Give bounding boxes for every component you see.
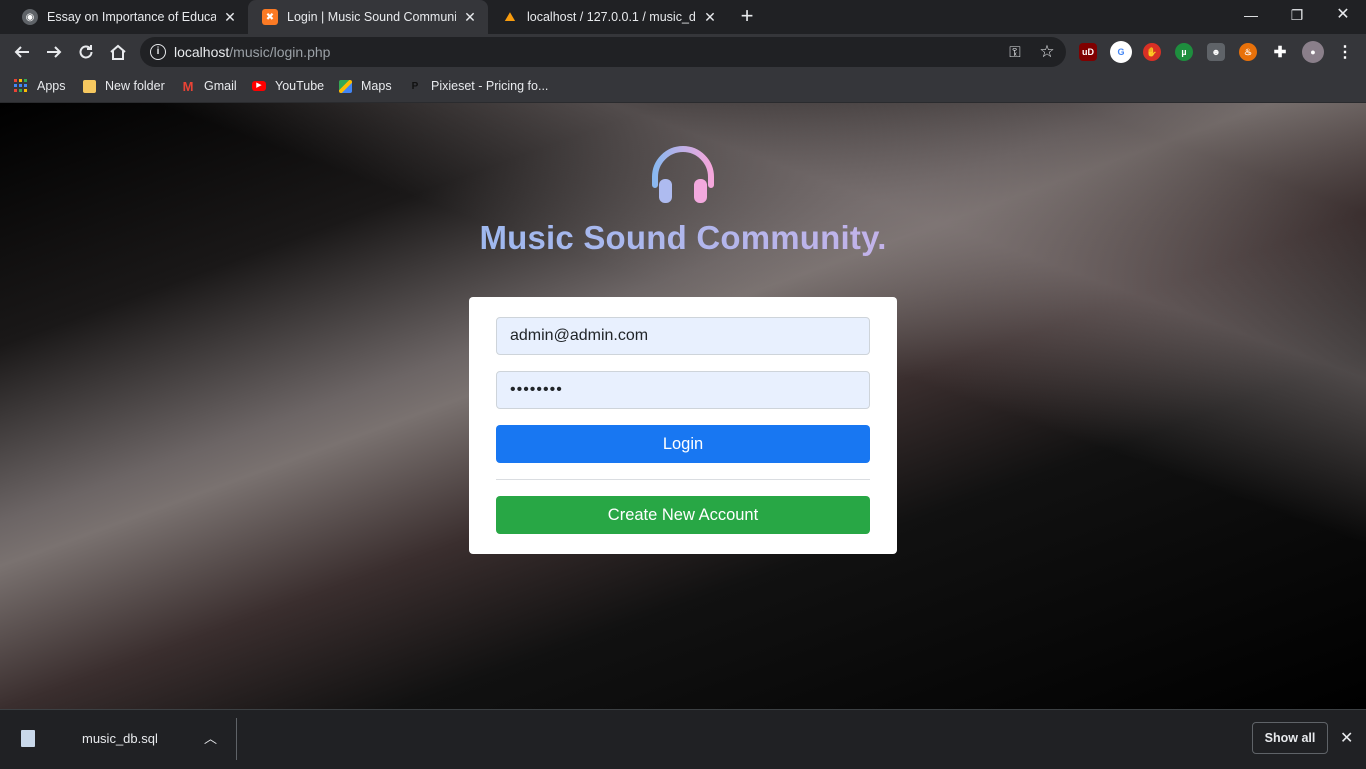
back-arrow-icon (14, 46, 29, 58)
back-button[interactable] (8, 38, 36, 66)
bookmark-label: Pixieset - Pricing fo... (431, 79, 549, 93)
tab-title: localhost / 127.0.0.1 / music_db | (527, 10, 696, 24)
page-content: Music Sound Community. admin@admin.com •… (0, 103, 1366, 709)
google-translate-icon[interactable]: G (1110, 41, 1132, 63)
bookmark-label: Gmail (204, 79, 237, 93)
new-tab-button[interactable]: + (734, 5, 760, 29)
globe-icon: ◉ (22, 9, 38, 25)
key-icon[interactable]: ⚿ (1006, 43, 1024, 61)
bookmark-maps[interactable]: Maps (338, 77, 392, 95)
bookmark-youtube[interactable]: ▶ YouTube (252, 77, 324, 95)
url-text: localhost/music/login.php (174, 44, 330, 60)
shelf-divider (236, 718, 237, 760)
maps-icon (338, 79, 352, 93)
forward-button[interactable] (40, 38, 68, 66)
password-field[interactable]: •••••••• (496, 371, 870, 409)
ublock-icon[interactable]: uD (1079, 43, 1097, 61)
show-all-button[interactable]: Show all (1252, 722, 1328, 754)
extensions-puzzle-icon[interactable]: ✚ (1271, 43, 1289, 61)
file-icon (21, 730, 35, 747)
xampp-icon: ✖ (262, 9, 278, 25)
address-bar[interactable]: i localhost/music/login.php ⚿ ☆ (140, 37, 1066, 67)
download-file-name[interactable]: music_db.sql (82, 731, 158, 746)
email-field[interactable]: admin@admin.com (496, 317, 870, 355)
gmail-icon: M (182, 78, 194, 94)
close-tab-icon[interactable]: ✕ (462, 9, 478, 26)
close-tab-icon[interactable]: ✕ (222, 9, 238, 26)
profile-avatar[interactable]: ● (1302, 41, 1324, 63)
utorrent-icon[interactable]: µ (1175, 43, 1193, 61)
download-shelf: music_db.sql ︿ Show all ✕ (0, 709, 1366, 769)
tab-login[interactable]: ✖ Login | Music Sound Community ✕ (248, 0, 488, 34)
info-icon[interactable]: i (150, 44, 166, 60)
bookmark-apps[interactable]: Apps (14, 77, 66, 95)
browser-toolbar: i localhost/music/login.php ⚿ ☆ uD G ✋ µ… (0, 34, 1366, 70)
bookmark-label: Apps (37, 79, 66, 93)
bookmark-new-folder[interactable]: New folder (82, 77, 165, 95)
bookmark-label: YouTube (275, 79, 325, 93)
home-icon (110, 44, 126, 60)
menu-kebab-icon[interactable]: ⋮ (1336, 43, 1354, 61)
tab-phpmyadmin[interactable]: ⛰ localhost / 127.0.0.1 / music_db | ✕ (488, 0, 728, 34)
phpmyadmin-icon: ⛰ (504, 9, 516, 24)
close-window-button[interactable]: ✕ (1320, 0, 1366, 30)
bookmark-gmail[interactable]: M Gmail (181, 77, 237, 95)
headphones-icon (652, 146, 714, 203)
bookmark-label: Maps (361, 79, 392, 93)
reload-button[interactable] (72, 38, 100, 66)
tab-title: Login | Music Sound Community (287, 10, 456, 24)
forward-arrow-icon (47, 46, 62, 58)
login-button[interactable]: Login (496, 425, 870, 463)
bookmark-pixieset[interactable]: P Pixieset - Pricing fo... (408, 77, 549, 95)
bookmark-star-icon[interactable]: ☆ (1038, 42, 1056, 61)
pixieset-icon: P (411, 80, 419, 92)
close-icon[interactable]: ✕ (1340, 728, 1353, 748)
extension-fire-icon[interactable]: ♨ (1239, 43, 1257, 61)
create-account-button[interactable]: Create New Account (496, 496, 870, 534)
restore-button[interactable]: ❐ (1274, 0, 1320, 30)
adblock-icon[interactable]: ✋ (1143, 43, 1161, 61)
reload-icon (79, 45, 93, 59)
url-path: /music/login.php (229, 44, 331, 60)
url-host: localhost (174, 44, 230, 60)
minimize-button[interactable]: — (1228, 0, 1274, 30)
apps-grid-icon (14, 79, 28, 93)
tab-essay[interactable]: ◉ Essay on Importance of Education ✕ (8, 0, 248, 34)
extension-robot-icon[interactable]: ☻ (1207, 43, 1225, 61)
close-tab-icon[interactable]: ✕ (702, 9, 718, 26)
tab-strip: ◉ Essay on Importance of Education ✕ ✖ L… (0, 0, 1366, 34)
brand-title: Music Sound Community. (0, 219, 1366, 257)
bookmark-label: New folder (105, 79, 165, 93)
tab-title: Essay on Importance of Education (47, 10, 216, 24)
folder-icon (82, 79, 96, 93)
youtube-icon: ▶ (252, 79, 266, 93)
home-button[interactable] (104, 38, 132, 66)
divider (496, 479, 870, 480)
chevron-up-icon[interactable]: ︿ (204, 728, 217, 747)
login-card: admin@admin.com •••••••• Login Create Ne… (469, 297, 897, 554)
bookmarks-bar: Apps New folder M Gmail ▶ YouTube Maps P… (0, 70, 1366, 103)
